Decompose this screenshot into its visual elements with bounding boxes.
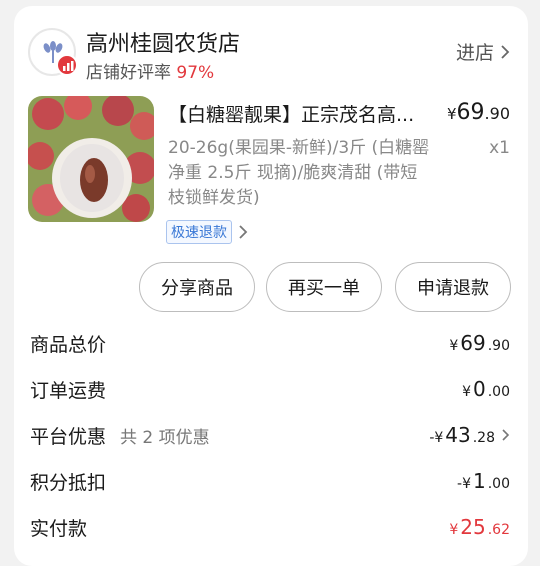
rating-label: 店铺好评率: [86, 63, 171, 83]
price-dec: .90: [484, 104, 510, 123]
paid-row: 实付款 ¥25.62: [30, 512, 510, 542]
amount-int: 43: [445, 423, 471, 447]
lychee-image: [28, 96, 154, 222]
shop-logo[interactable]: [28, 28, 78, 76]
goods-total-label: 商品总价: [30, 333, 107, 356]
rating-value: 97%: [176, 63, 215, 83]
product-image[interactable]: [28, 96, 154, 222]
platform-discount-note: 共 2 项优惠: [120, 427, 210, 448]
points-amount: -¥ 1.00: [457, 469, 510, 493]
amount-int: 1: [473, 469, 486, 493]
amount-int: 0: [473, 377, 486, 401]
amount-prefix: ¥: [449, 338, 459, 354]
shipping-row: 订单运费 ¥0.00: [30, 374, 510, 404]
platform-discount-amount: -¥ 43.28: [429, 423, 510, 447]
share-product-button[interactable]: 分享商品: [139, 262, 255, 312]
amount-dec: .00: [487, 384, 510, 400]
amount-prefix: -¥: [457, 476, 471, 492]
amount-int: 69: [460, 331, 486, 355]
shop-rating: 店铺好评率 97%: [86, 58, 214, 83]
refund-tag[interactable]: 极速退款: [166, 220, 248, 244]
enter-shop-button[interactable]: 进店: [456, 38, 510, 65]
rebuy-button[interactable]: 再买一单: [266, 262, 382, 312]
platform-discount-row[interactable]: 平台优惠 共 2 项优惠 -¥ 43.28: [30, 420, 510, 450]
goods-total-amount: ¥69.90: [449, 331, 510, 355]
product-title[interactable]: 【白糖罂靓果】正宗茂名高...: [168, 100, 426, 127]
chevron-right-icon: [501, 44, 510, 59]
paid-amount: ¥25.62: [449, 515, 510, 539]
product-quantity: x1: [489, 138, 510, 158]
points-row: 积分抵扣 -¥ 1.00: [30, 466, 510, 496]
platform-discount-label: 平台优惠: [30, 425, 107, 448]
paid-label: 实付款: [30, 517, 88, 540]
price-symbol: ¥: [447, 105, 457, 123]
amount-dec: .62: [487, 522, 510, 538]
enter-shop-label: 进店: [455, 42, 494, 64]
chart-badge-icon: [56, 54, 78, 76]
product-price: ¥69.90: [447, 100, 510, 125]
shop-name[interactable]: 高州桂圆农货店: [86, 26, 240, 58]
order-card: 高州桂圆农货店 店铺好评率 97% 进店 【白糖罂靓果】正宗茂名高... ¥69…: [14, 6, 528, 566]
amount-prefix: -¥: [429, 430, 444, 446]
chevron-right-icon: [502, 429, 510, 441]
refund-tag-label: 极速退款: [166, 220, 232, 244]
request-refund-button[interactable]: 申请退款: [395, 262, 511, 312]
price-int: 69: [456, 100, 485, 125]
amount-prefix: ¥: [449, 522, 459, 538]
amount-dec: .00: [487, 476, 510, 492]
amount-dec: .90: [487, 338, 510, 354]
product-spec: 20-26g(果园果-新鲜)/3斤 (白糖罂净重 2.5斤 现摘)/脆爽清甜 (…: [168, 138, 430, 208]
amount-int: 25: [460, 515, 486, 539]
chevron-right-icon: [239, 225, 248, 239]
amount-dec: .28: [472, 430, 495, 446]
goods-total-row: 商品总价 ¥69.90: [30, 328, 510, 358]
amount-prefix: ¥: [462, 384, 471, 400]
shipping-label: 订单运费: [30, 379, 107, 402]
points-label: 积分抵扣: [30, 471, 107, 494]
shipping-amount: ¥0.00: [462, 377, 510, 401]
